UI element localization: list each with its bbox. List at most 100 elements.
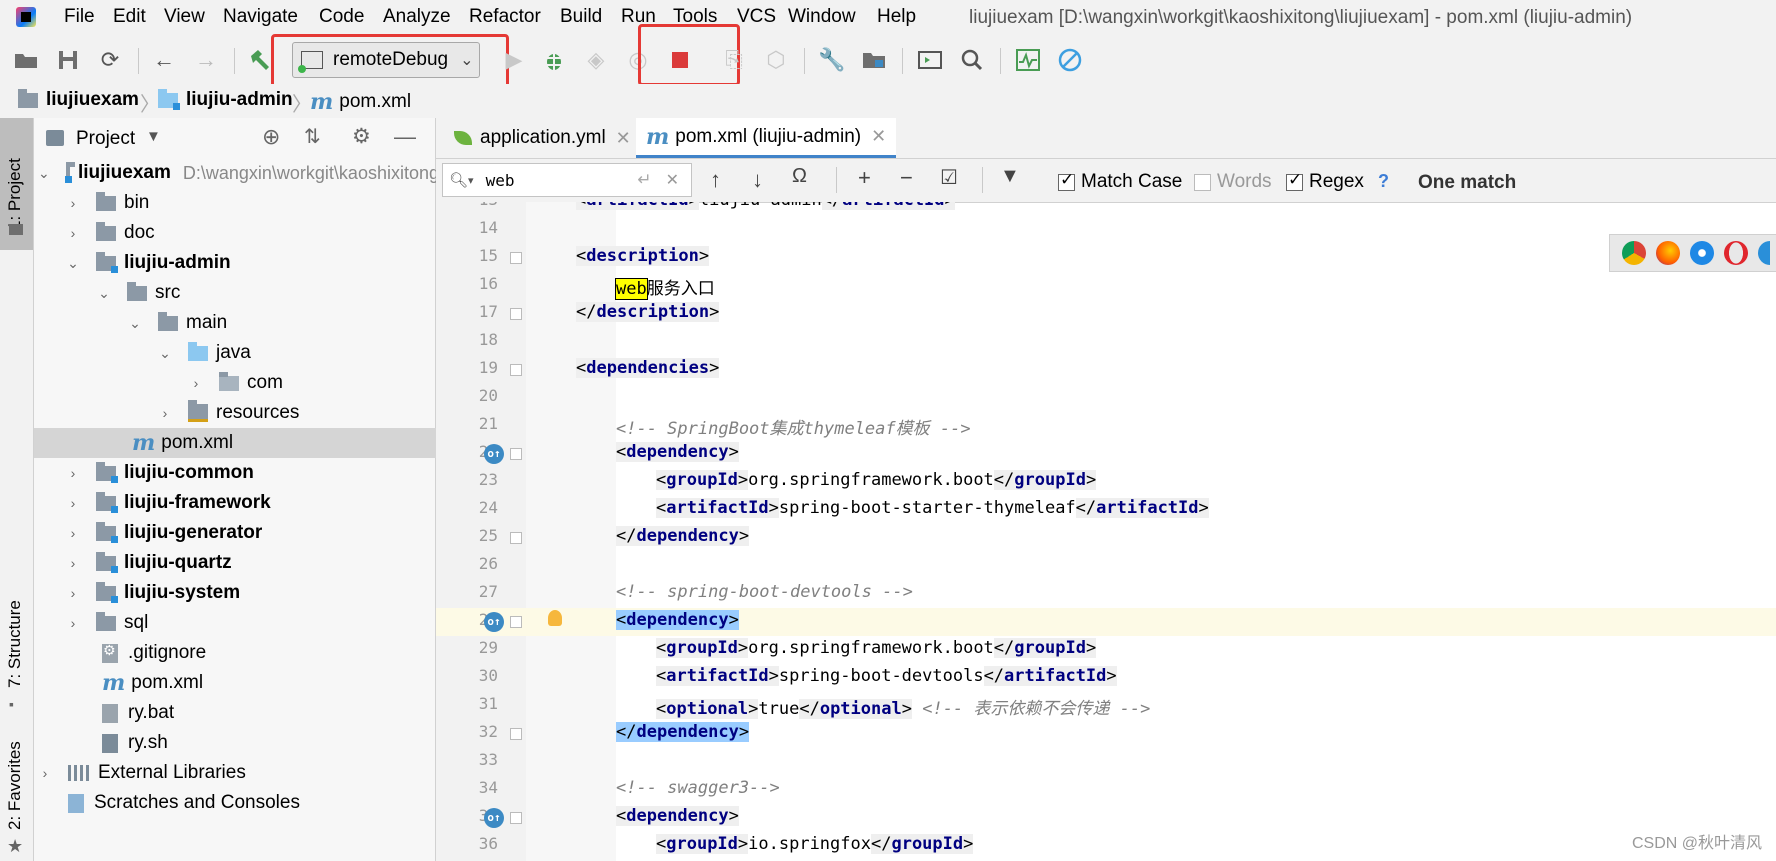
- menu-analyze[interactable]: Analyze: [383, 6, 451, 28]
- regex-checkbox[interactable]: [1286, 170, 1303, 191]
- find-query[interactable]: web: [486, 171, 515, 190]
- safari-icon[interactable]: [1690, 241, 1714, 265]
- menu-edit[interactable]: Edit: [113, 6, 146, 28]
- build-hammer-icon[interactable]: [246, 46, 274, 74]
- words-checkbox[interactable]: [1194, 173, 1211, 191]
- tree-item-sql[interactable]: › sql: [34, 608, 467, 638]
- tree-item-liujiuexam[interactable]: ⌄ liujiuexam D:\wangxin\workgit\kaoshixi…: [34, 158, 439, 188]
- stop-icon[interactable]: [666, 46, 694, 74]
- new-line-icon[interactable]: ↵: [637, 170, 651, 190]
- select-all-occurrences-icon[interactable]: Ω: [792, 165, 807, 188]
- filter-icon[interactable]: ▼: [1000, 165, 1020, 188]
- tree-item-liujiu-quartz[interactable]: › liujiu-quartz: [34, 548, 467, 578]
- build-artifact-icon[interactable]: ⬡: [762, 46, 790, 74]
- chevron-down-icon[interactable]: ▾: [468, 174, 474, 187]
- hide-panel-icon[interactable]: —: [394, 124, 416, 150]
- save-icon[interactable]: [54, 46, 82, 74]
- previous-occurrence-icon[interactable]: ↑: [710, 167, 721, 193]
- attach-debugger-icon[interactable]: ⎘: [720, 46, 748, 74]
- tree-item-gitignore[interactable]: .gitignore: [34, 638, 503, 668]
- tree-item-ry-sh[interactable]: ry.sh: [34, 728, 503, 758]
- regex-option[interactable]: Regex: [1286, 170, 1364, 193]
- match-case-checkbox[interactable]: [1058, 170, 1075, 191]
- firefox-icon[interactable]: [1656, 241, 1680, 265]
- fold-marker-icon[interactable]: [510, 728, 522, 740]
- debug-bug-icon[interactable]: [540, 46, 568, 74]
- tree-item-bin[interactable]: › bin: [34, 188, 467, 218]
- locate-crosshair-icon[interactable]: ⊕: [262, 124, 280, 150]
- settings-wrench-icon[interactable]: 🔧: [818, 46, 846, 74]
- open-folder-icon[interactable]: [12, 46, 40, 74]
- project-view-label[interactable]: Project: [76, 128, 135, 150]
- code-area[interactable]: 13 <artifactId>liujiu-admin</artifactId>…: [436, 202, 1776, 861]
- forward-arrow-icon[interactable]: →: [192, 46, 220, 74]
- fold-marker-icon[interactable]: [510, 616, 522, 628]
- run-icon[interactable]: ▶: [500, 46, 528, 74]
- close-icon[interactable]: ✕: [871, 126, 886, 147]
- fold-marker-icon[interactable]: [510, 812, 522, 824]
- match-case-option[interactable]: Match Case: [1058, 170, 1182, 193]
- remove-occurrence-icon[interactable]: −: [900, 165, 913, 191]
- chrome-icon[interactable]: [1622, 241, 1646, 265]
- menu-code[interactable]: Code: [319, 6, 364, 28]
- fold-marker-icon[interactable]: [510, 364, 522, 376]
- tab-favorites-tool[interactable]: 2: Favorites: [5, 741, 25, 830]
- menu-vcs[interactable]: VCS: [737, 6, 776, 28]
- tree-item-root-pom[interactable]: m pom.xml: [34, 668, 503, 698]
- activity-monitor-icon[interactable]: [1014, 46, 1042, 74]
- menu-file[interactable]: File: [64, 6, 95, 28]
- add-occurrence-icon[interactable]: +: [858, 165, 871, 191]
- menu-window[interactable]: Window: [788, 6, 856, 28]
- internet-explorer-icon[interactable]: [1758, 241, 1770, 265]
- tab-structure-tool[interactable]: 7: Structure: [5, 600, 25, 688]
- maven-dependency-icon[interactable]: o↑: [484, 612, 504, 632]
- tree-item-liujiu-admin[interactable]: ⌄ liujiu-admin: [34, 248, 467, 278]
- tree-item-liujiu-framework[interactable]: › liujiu-framework: [34, 488, 467, 518]
- tab-application-yml[interactable]: application.yml ✕: [444, 118, 641, 158]
- breadcrumb-module[interactable]: liujiu-admin: [158, 88, 293, 111]
- run-config-dropdown[interactable]: remoteDebug ⌄: [292, 42, 480, 78]
- lightbulb-icon[interactable]: [548, 610, 562, 626]
- tree-item-src[interactable]: ⌄ src: [34, 278, 498, 308]
- tab-pom-xml-admin[interactable]: m pom.xml (liujiu-admin) ✕: [636, 118, 897, 158]
- toggle-selection-icon[interactable]: ☑: [940, 165, 958, 190]
- menu-view[interactable]: View: [164, 6, 205, 28]
- tree-item-scratches[interactable]: Scratches and Consoles: [34, 788, 469, 818]
- fold-marker-icon[interactable]: [510, 448, 522, 460]
- maven-dependency-icon[interactable]: o↑: [484, 444, 504, 464]
- find-input-box[interactable]: 🔍︎ ▾ web ↵ ✕: [442, 163, 692, 197]
- menu-navigate[interactable]: Navigate: [223, 6, 298, 28]
- tab-project-tool[interactable]: 1: Project: [5, 158, 25, 230]
- menu-help[interactable]: Help: [877, 6, 916, 28]
- project-structure-icon[interactable]: [860, 46, 888, 74]
- clear-icon[interactable]: ✕: [666, 170, 679, 190]
- words-option[interactable]: Words: [1194, 171, 1272, 193]
- next-occurrence-icon[interactable]: ↓: [752, 167, 763, 193]
- tree-item-doc[interactable]: › doc: [34, 218, 467, 248]
- coverage-icon[interactable]: ◈: [582, 46, 610, 74]
- tree-item-ry-bat[interactable]: ry.bat: [34, 698, 503, 728]
- power-save-icon[interactable]: [1056, 46, 1084, 74]
- breadcrumb-file[interactable]: m pom.xml: [310, 89, 411, 115]
- fold-marker-icon[interactable]: [510, 252, 522, 264]
- sync-icon[interactable]: ⟳: [96, 46, 124, 74]
- search-icon[interactable]: [958, 46, 986, 74]
- tree-item-liujiu-common[interactable]: › liujiu-common: [34, 458, 467, 488]
- tree-item-liujiu-system[interactable]: › liujiu-system: [34, 578, 467, 608]
- fold-marker-icon[interactable]: [510, 532, 522, 544]
- chevron-down-icon[interactable]: ▼: [146, 128, 161, 145]
- regex-help-link[interactable]: ?: [1378, 171, 1389, 192]
- opera-icon[interactable]: [1724, 241, 1748, 265]
- tree-item-liujiu-generator[interactable]: › liujiu-generator: [34, 518, 467, 548]
- gear-icon[interactable]: ⚙: [352, 124, 371, 149]
- tree-item-external-libraries[interactable]: › External Libraries: [34, 758, 439, 788]
- menu-refactor[interactable]: Refactor: [469, 6, 541, 28]
- fold-marker-icon[interactable]: [510, 308, 522, 320]
- breadcrumb-project[interactable]: liujiuexam: [18, 88, 139, 111]
- menu-build[interactable]: Build: [560, 6, 602, 28]
- back-arrow-icon[interactable]: ←: [150, 46, 178, 74]
- collapse-all-icon[interactable]: ⇅: [304, 124, 321, 149]
- terminal-run-icon[interactable]: [916, 46, 944, 74]
- close-icon[interactable]: ✕: [616, 128, 631, 149]
- maven-dependency-icon[interactable]: o↑: [484, 808, 504, 828]
